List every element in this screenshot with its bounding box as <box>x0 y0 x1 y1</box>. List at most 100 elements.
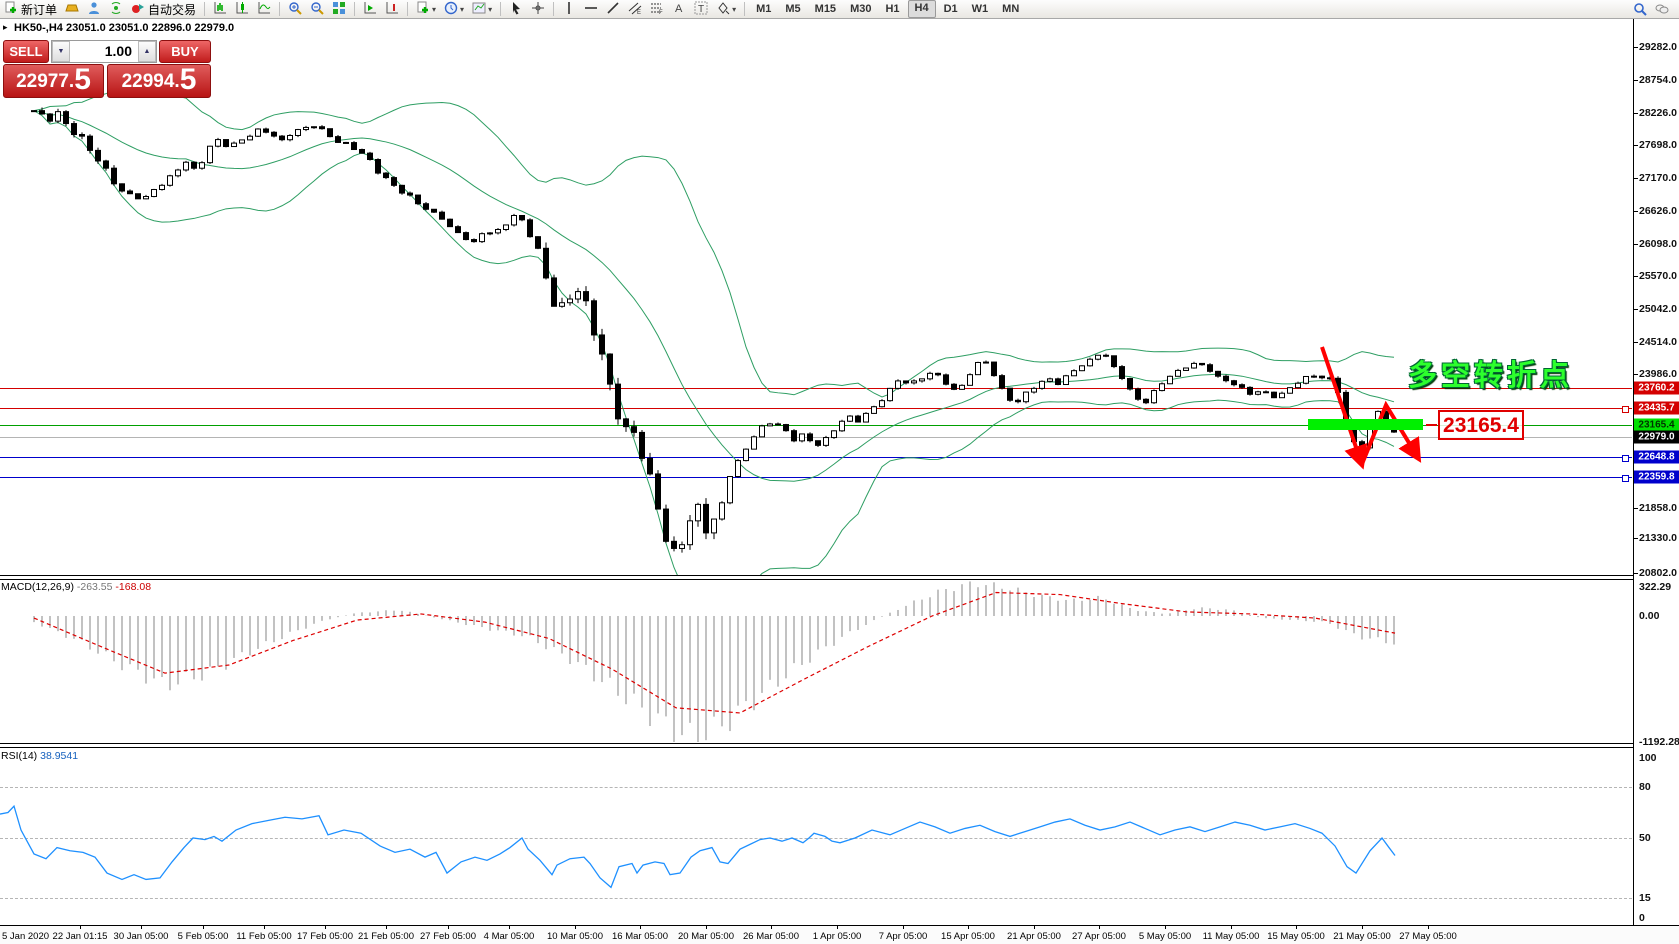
volume-value[interactable]: 1.00 <box>70 41 138 62</box>
volume-down-icon[interactable]: ▼ <box>52 41 70 62</box>
level-price-label: 22648.8 <box>1634 451 1679 464</box>
horizontal-level-line-22979.0[interactable] <box>0 437 1632 438</box>
shapes-icon <box>716 1 730 18</box>
text-a-icon: A <box>672 1 686 18</box>
crosshair-button[interactable] <box>528 1 548 17</box>
timeframe-M1[interactable]: M1 <box>750 1 777 17</box>
chart-line-button[interactable] <box>254 1 274 17</box>
auto-scroll-button[interactable] <box>360 1 380 17</box>
chart-shift-button[interactable] <box>382 1 402 17</box>
rsi-label: RSI(14) 38.9541 <box>1 750 78 762</box>
buy-button[interactable]: BUY <box>159 40 211 63</box>
fibonacci-button[interactable]: F <box>647 1 667 17</box>
level-price-label: 23760.2 <box>1634 382 1679 395</box>
periods-button[interactable]: ▾ <box>441 1 467 17</box>
vertical-line-button[interactable] <box>559 1 579 17</box>
chevron-down-icon[interactable]: ▾ <box>460 5 464 14</box>
line-handle-square[interactable] <box>1622 455 1629 462</box>
timeframe-H4[interactable]: H4 <box>908 0 936 18</box>
cursor-button[interactable] <box>506 1 526 17</box>
vline-icon <box>562 1 576 18</box>
equidistant-channel-button[interactable]: E <box>625 1 645 17</box>
trendline-button[interactable] <box>603 1 623 17</box>
horizontal-level-line-23760.2[interactable] <box>0 388 1632 389</box>
chat-icon[interactable] <box>1652 1 1672 17</box>
volume-stepper[interactable]: ▼ 1.00 ▲ <box>51 40 157 63</box>
signals-icon[interactable] <box>106 1 126 17</box>
tile-windows-button[interactable] <box>329 1 349 17</box>
chart-tpl-icon <box>472 1 486 18</box>
time-tick-label: 21 Apr 05:00 <box>1007 931 1061 942</box>
zoom-in-button[interactable] <box>285 1 305 17</box>
sell-button[interactable]: SELL <box>3 40 49 63</box>
time-tick-label: 15 May 05:00 <box>1267 931 1325 942</box>
play-axis-icon <box>363 1 377 18</box>
zoom-out-button[interactable] <box>307 1 327 17</box>
chart-area[interactable] <box>0 18 1679 944</box>
time-tick-label: 22 Jan 01:15 <box>53 931 108 942</box>
chart-bars-button[interactable] <box>210 1 230 17</box>
chart-candles-button[interactable] <box>232 1 252 17</box>
text-button[interactable]: A <box>669 1 689 17</box>
fibo-icon: F <box>650 1 664 18</box>
timeframe-D1[interactable]: D1 <box>938 1 964 17</box>
price-tick: 26098.0 <box>1639 238 1677 250</box>
hline-icon <box>584 1 598 18</box>
horizontal-line-button[interactable] <box>581 1 601 17</box>
time-tick-label: 5 Jan 2020 <box>2 931 49 942</box>
timeframe-M15[interactable]: M15 <box>809 1 842 17</box>
timeframe-W1[interactable]: W1 <box>966 1 995 17</box>
time-tick-label: 16 Mar 05:00 <box>612 931 668 942</box>
channel-icon: E <box>628 1 642 18</box>
rsi-axis-tick: 50 <box>1639 832 1651 844</box>
time-tick-label: 5 May 05:00 <box>1139 931 1191 942</box>
line-handle-square[interactable] <box>1622 406 1629 413</box>
time-tick-label: 4 Mar 05:00 <box>484 931 535 942</box>
time-tick-label: 15 Apr 05:00 <box>941 931 995 942</box>
timeframe-H1[interactable]: H1 <box>879 1 905 17</box>
community-icon[interactable] <box>84 1 104 17</box>
pane-splitter-rsi[interactable] <box>0 743 1679 748</box>
buy-price-display[interactable]: 22994. 5 <box>107 64 211 98</box>
time-tick-label: 7 Apr 05:00 <box>879 931 928 942</box>
time-tick-label: 17 Feb 05:00 <box>297 931 353 942</box>
new-order-button[interactable]: 新订单 <box>1 1 60 17</box>
axis-curve-icon <box>257 1 271 18</box>
gold-ingot-icon[interactable] <box>62 1 82 17</box>
axis-bars-icon <box>213 1 227 18</box>
timeframe-M30[interactable]: M30 <box>844 1 877 17</box>
search-icon[interactable] <box>1630 1 1650 17</box>
pane-splitter-macd[interactable] <box>0 575 1679 580</box>
volume-up-icon[interactable]: ▲ <box>138 41 156 62</box>
chevron-down-icon[interactable]: ▾ <box>488 5 492 14</box>
doc-plus-icon <box>4 1 18 18</box>
auto-trading-button[interactable]: 自动交易 <box>128 1 199 17</box>
time-axis[interactable]: 5 Jan 202022 Jan 01:1530 Jan 05:005 Feb … <box>0 925 1679 944</box>
turning-point-annotation: 多空转折点 <box>1408 352 1573 394</box>
toolbar-separator <box>354 2 355 16</box>
macd-histogram-value: -263.55 <box>77 581 113 593</box>
chevron-down-icon[interactable]: ▾ <box>732 5 736 14</box>
level-price-label: 22979.0 <box>1634 431 1679 444</box>
timeframe-MN[interactable]: MN <box>996 1 1025 17</box>
svg-text:F: F <box>659 10 663 15</box>
broadcast-icon <box>109 1 123 18</box>
buy-price-pip: 5 <box>180 65 197 95</box>
rsi-axis-tick: 15 <box>1639 892 1651 904</box>
price-tick: 27170.0 <box>1639 172 1677 184</box>
sell-price-pip: 5 <box>74 65 91 95</box>
horizontal-level-line-22359.8[interactable] <box>0 477 1632 478</box>
indicators-button[interactable]: ▾ <box>413 1 439 17</box>
shapes-button[interactable]: ▾ <box>713 1 739 17</box>
line-handle-square[interactable] <box>1622 475 1629 482</box>
price-tick: 26626.0 <box>1639 205 1677 217</box>
price-tick: 24514.0 <box>1639 336 1677 348</box>
horizontal-level-line-23435.7[interactable] <box>0 408 1632 409</box>
horizontal-level-line-22648.8[interactable] <box>0 457 1632 458</box>
sell-price-display[interactable]: 22977. 5 <box>3 64 104 98</box>
chevron-down-icon[interactable]: ▾ <box>432 5 436 14</box>
timeframe-M5[interactable]: M5 <box>779 1 806 17</box>
time-tick-label: 27 May 05:00 <box>1399 931 1457 942</box>
text-label-button[interactable]: T <box>691 1 711 17</box>
templates-button[interactable]: ▾ <box>469 1 495 17</box>
